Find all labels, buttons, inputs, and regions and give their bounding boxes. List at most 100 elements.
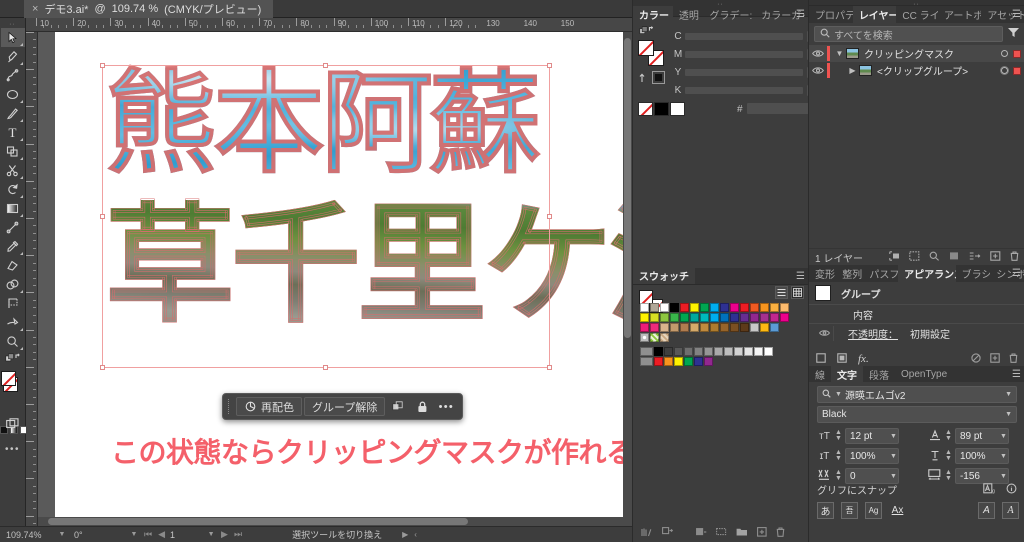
horizontal-scale-caret-icon[interactable]: ▼ <box>1000 453 1007 460</box>
swatch-cell[interactable] <box>720 323 729 332</box>
tab-paragraph[interactable]: 段落 <box>863 366 895 383</box>
swatch-cell[interactable] <box>754 347 763 356</box>
swatch-cell[interactable] <box>680 323 689 332</box>
chevron-down-icon[interactable]: ▼ <box>833 49 846 58</box>
more-tools-icon[interactable]: ••• <box>1 440 25 459</box>
tab-align[interactable]: 整列 <box>836 265 863 282</box>
swatch-folder[interactable] <box>640 357 653 366</box>
swatch-cell[interactable] <box>734 347 743 356</box>
swatch-cell[interactable] <box>720 313 729 322</box>
more-options-icon[interactable]: ••• <box>435 397 457 416</box>
filter-icon[interactable] <box>1007 26 1020 42</box>
screen-mode-icon[interactable] <box>1 414 25 433</box>
vertical-scale-row[interactable]: ɪT ▲▼ 100% ▼ <box>817 448 897 464</box>
selection-handle[interactable] <box>547 63 552 68</box>
status-bar[interactable]: 109.74% ▼ 0° ▼ ⏮ ◀ 1 ▼ ▶ ⏭ 選択ツールを切り換え ▶ … <box>0 526 632 542</box>
artboard[interactable]: 熊本阿蘇 草千里ケ浜 この状態ならクリッピングマスクが作れる！ 再配色 グル <box>55 32 631 521</box>
swatch-cell[interactable] <box>700 313 709 322</box>
swatch-cell[interactable] <box>730 313 739 322</box>
tab-appearance[interactable]: アピアランス <box>898 265 955 282</box>
free-transform-tool[interactable] <box>1 256 25 275</box>
swatch-cell[interactable] <box>680 303 689 312</box>
swatches-menu-icon[interactable]: ☰ <box>796 272 805 281</box>
layers-tabstrip[interactable]: プロパテ レイヤー CC ライ アートボ アセット ☰ <box>809 6 1024 23</box>
swatch-cell[interactable] <box>684 357 693 366</box>
vertical-ruler[interactable] <box>26 32 38 526</box>
zoom-tool[interactable] <box>1 332 25 351</box>
swatch-cell[interactable] <box>654 347 663 356</box>
swatch-cell[interactable] <box>770 323 779 332</box>
swatch-cell[interactable] <box>710 313 719 322</box>
panel-menu-icon[interactable]: ☰ <box>796 10 805 19</box>
quick-swatches[interactable] <box>638 102 685 116</box>
selection-handle[interactable] <box>547 214 552 219</box>
curvature-tool[interactable] <box>1 66 25 85</box>
artboard-tool[interactable] <box>1 294 25 313</box>
tab-swatches[interactable]: スウォッチ <box>633 267 695 284</box>
next-page-icon[interactable]: ▶ <box>221 529 228 540</box>
slice-tool[interactable] <box>1 313 25 332</box>
font-family-value[interactable]: 源暎エムゴv2 <box>845 387 906 402</box>
last-page-icon[interactable]: ⏭ <box>234 529 242 540</box>
page-nav[interactable]: ⏮ ◀ <box>140 529 165 540</box>
swatch-pattern-dot[interactable] <box>640 333 649 342</box>
font-size-stepper[interactable]: ▲▼ <box>835 430 842 442</box>
canvas-area[interactable]: 熊本阿蘇 草千里ケ浜 この状態ならクリッピングマスクが作れる！ 再配色 グル <box>38 32 632 526</box>
font-family-field[interactable]: ▼ 源暎エムゴv2 ▼ <box>817 386 1017 403</box>
swatch-cell[interactable] <box>714 347 723 356</box>
swatch-cell[interactable] <box>704 347 713 356</box>
swatch-cell[interactable] <box>640 323 649 332</box>
grid-view-icon[interactable] <box>791 286 804 299</box>
ungroup-button[interactable]: グループ解除 <box>304 397 385 416</box>
fill-stroke-indicator-color[interactable] <box>637 39 667 67</box>
selection-handle[interactable] <box>100 63 105 68</box>
visibility-icon[interactable] <box>809 66 827 75</box>
swatch-cell[interactable] <box>694 347 703 356</box>
delete-item-icon[interactable] <box>1009 353 1018 366</box>
leading-row[interactable]: ▲▼ 89 pt ▼ <box>927 428 1007 444</box>
swatch-cell[interactable] <box>690 313 699 322</box>
swatch-pattern-texture[interactable] <box>660 333 669 342</box>
horizontal-scale-row[interactable]: ▲▼ 100% ▼ <box>927 448 1007 464</box>
selection-handle[interactable] <box>323 365 328 370</box>
layers-footer-icons[interactable] <box>889 251 1024 264</box>
appearance-menu-icon[interactable]: ☰ <box>1012 269 1021 278</box>
search-input[interactable]: すべてを検索 <box>814 26 1003 42</box>
layers-menu-icon[interactable]: ☰ <box>1012 10 1021 19</box>
tab-gradient[interactable]: グラデー: <box>703 6 755 23</box>
fill-swatch[interactable] <box>1 371 16 386</box>
delete-swatch-icon[interactable] <box>776 527 785 540</box>
swatch-cell[interactable] <box>710 323 719 332</box>
status-resize-icon[interactable]: ‹ <box>414 530 417 539</box>
tool-palette[interactable]: ·· T <box>0 18 26 542</box>
tab-artboards[interactable]: アートボ <box>938 6 981 23</box>
tab-layers[interactable]: レイヤー <box>853 6 897 23</box>
swatch-view-buttons[interactable] <box>775 286 804 299</box>
new-layer-icon[interactable] <box>990 251 1001 264</box>
fx-icon[interactable]: fx. <box>858 353 869 365</box>
swatch-cell[interactable] <box>730 323 739 332</box>
font-family-caret-icon[interactable]: ▼ <box>1005 391 1012 398</box>
underline-icon[interactable]: Ax <box>889 502 906 519</box>
eyedropper-tool[interactable] <box>1 237 25 256</box>
none-swatch[interactable] <box>638 102 653 116</box>
clear-appearance-icon[interactable] <box>971 353 981 366</box>
zoom-value[interactable]: 109.74% <box>0 530 56 540</box>
visibility-icon[interactable] <box>809 49 827 58</box>
channel-slider-k[interactable] <box>685 87 803 94</box>
target-icon[interactable] <box>1001 50 1008 57</box>
font-style-value[interactable]: Black <box>822 409 846 420</box>
swatch-cell[interactable] <box>664 347 673 356</box>
swatch-cell[interactable] <box>670 323 679 332</box>
swatch-cell[interactable] <box>660 303 669 312</box>
appearance-swatch[interactable] <box>815 285 831 301</box>
layer-search-row[interactable]: すべてを検索 <box>809 23 1024 45</box>
swatches-footer[interactable] <box>633 524 809 542</box>
tab-transform[interactable]: 変形 <box>809 265 836 282</box>
swatch-cell[interactable] <box>730 303 739 312</box>
swatch-cell[interactable] <box>670 303 679 312</box>
black-swatch[interactable] <box>654 102 669 116</box>
tab-brushes[interactable]: ブラシ <box>956 265 991 282</box>
font-size-row[interactable]: ᴛT ▲▼ 12 pt ▼ <box>817 428 897 444</box>
white-swatch[interactable] <box>670 102 685 116</box>
